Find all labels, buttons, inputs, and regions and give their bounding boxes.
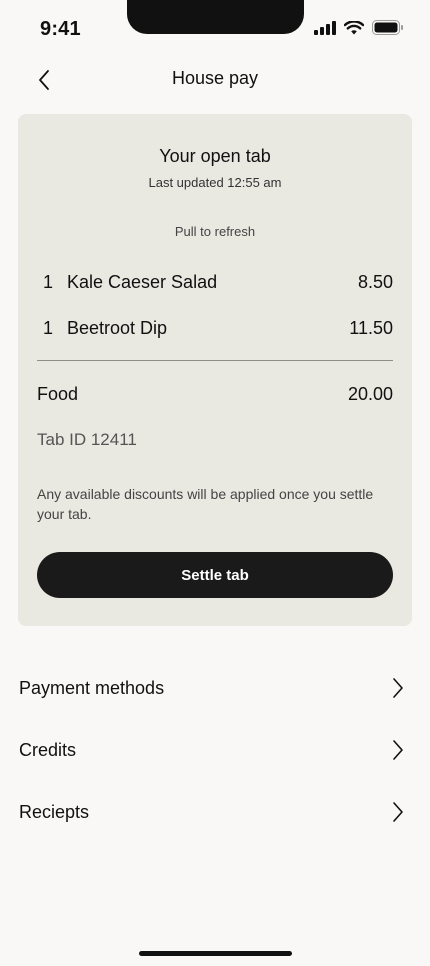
menu-item-label: Reciepts — [19, 802, 90, 822]
battery-icon — [372, 20, 403, 35]
item-name: Beetroot Dip — [67, 318, 168, 338]
menu-item-receipts[interactable]: Reciepts — [0, 790, 430, 834]
pull-to-refresh-hint: Pull to refresh — [174, 224, 256, 239]
menu-item-label: Payment methods — [19, 678, 165, 698]
status-time: 9:41 — [40, 18, 81, 40]
chevron-right-icon — [393, 678, 403, 698]
wifi-icon — [344, 20, 364, 34]
status-bar: 9:41 — [0, 0, 430, 60]
nav-bar: House pay — [0, 56, 430, 102]
divider — [37, 360, 393, 361]
cellular-signal-icon — [314, 20, 336, 35]
home-indicator[interactable] — [139, 951, 292, 956]
tab-line-item: 1 Beetroot Dip 11.50 — [37, 318, 393, 342]
item-price: 11.50 — [349, 318, 393, 338]
food-label: Food — [37, 384, 79, 404]
tab-id: Tab ID 12411 — [37, 430, 137, 449]
item-quantity: 1 — [43, 272, 54, 292]
page-title: House pay — [171, 68, 259, 88]
food-total: 20.00 — [347, 384, 393, 404]
tab-line-item: 1 Kale Caeser Salad 8.50 — [37, 272, 393, 296]
menu-item-payment-methods[interactable]: Payment methods — [0, 666, 430, 710]
discount-note: Any available discounts will be applied … — [37, 486, 374, 522]
device-notch — [127, 0, 304, 34]
menu-item-credits[interactable]: Credits — [0, 728, 430, 772]
menu-item-label: Credits — [19, 740, 77, 760]
status-icons — [314, 20, 404, 35]
item-quantity: 1 — [43, 318, 54, 338]
item-price: 8.50 — [357, 272, 393, 292]
last-updated-text: Last updated 12:55 am — [148, 175, 282, 190]
tab-title: Your open tab — [159, 146, 271, 166]
chevron-right-icon — [393, 740, 403, 760]
open-tab-card: Your open tab Last updated 12:55 am Pull… — [18, 114, 412, 626]
settle-tab-button[interactable]: Settle tab — [37, 552, 393, 598]
item-name: Kale Caeser Salad — [67, 272, 218, 292]
chevron-right-icon — [393, 802, 403, 822]
